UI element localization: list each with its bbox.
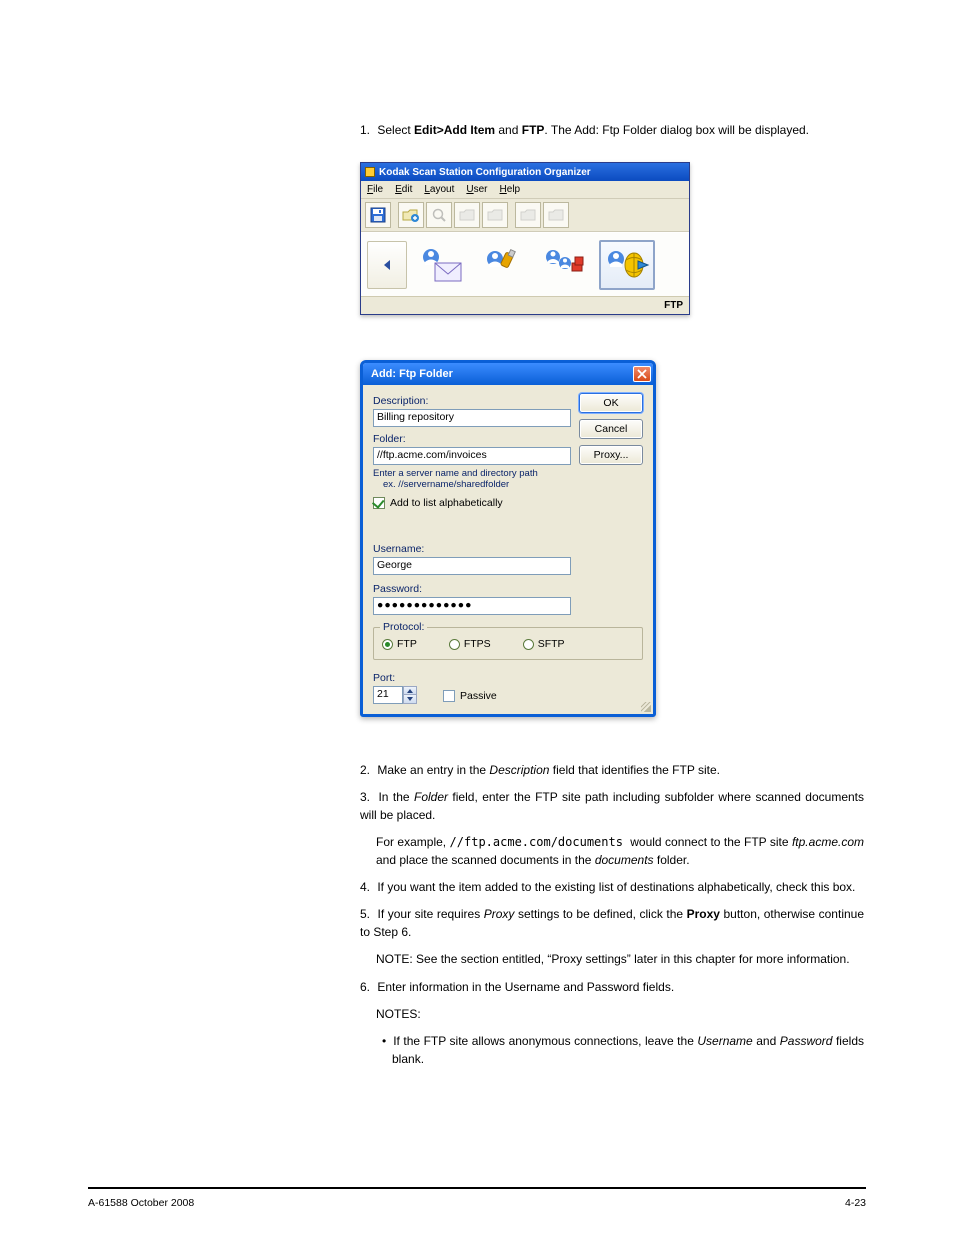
port-input[interactable]: 21 — [373, 686, 403, 704]
folder-icon — [520, 207, 536, 223]
password-label: Password: — [373, 583, 643, 595]
status-text: FTP — [664, 300, 683, 311]
radio-icon — [449, 639, 460, 650]
page-footer: A-61588 October 2008 4-23 — [88, 1197, 866, 1209]
dest-ftp[interactable] — [599, 240, 655, 290]
passive-row[interactable]: Passive — [443, 690, 497, 702]
close-icon — [637, 369, 647, 379]
chevron-down-icon — [407, 697, 413, 701]
proxy-button[interactable]: Proxy... — [579, 445, 643, 465]
protocol-label: Protocol: — [380, 621, 427, 633]
triangle-left-icon — [382, 258, 392, 272]
toolbar-folder4-button[interactable] — [543, 202, 569, 228]
add-alpha-label: Add to list alphabetically — [390, 497, 503, 509]
network-share-icon — [542, 245, 588, 285]
floppy-icon — [370, 207, 386, 223]
passive-label: Passive — [460, 690, 497, 702]
port-up-button[interactable] — [403, 686, 417, 695]
toolbar-search-button[interactable] — [426, 202, 452, 228]
menu-edit[interactable]: Edit — [395, 184, 412, 195]
protocol-group: Protocol: FTP FTPS SFTP — [373, 627, 643, 660]
ftp-icon — [604, 245, 650, 285]
usb-person-icon — [483, 245, 523, 285]
toolbar-save-button[interactable] — [365, 202, 391, 228]
dest-usb[interactable] — [475, 240, 531, 290]
scroll-left-button[interactable] — [367, 241, 407, 289]
port-spinner[interactable]: 21 — [373, 686, 417, 704]
folder-icon — [459, 207, 475, 223]
config-titlebar: Kodak Scan Station Configuration Organiz… — [361, 163, 689, 181]
radio-icon — [382, 639, 393, 650]
toolbar-folder2-button[interactable] — [482, 202, 508, 228]
toolbar-separator — [393, 202, 396, 228]
toolbar-folder1-button[interactable] — [454, 202, 480, 228]
ok-button[interactable]: OK — [579, 393, 643, 413]
protocol-ftp[interactable]: FTP — [382, 638, 417, 650]
destination-bar — [361, 232, 689, 296]
folder-icon — [548, 207, 564, 223]
instruction-text: 2. Make an entry in the Description fiel… — [360, 762, 864, 1078]
add-alpha-row[interactable]: Add to list alphabetically — [373, 497, 643, 509]
resize-grip-icon[interactable] — [641, 702, 651, 712]
menu-help[interactable]: Help — [500, 184, 521, 195]
dest-network[interactable] — [537, 240, 593, 290]
close-button[interactable] — [633, 366, 651, 382]
menu-user[interactable]: User — [466, 184, 487, 195]
folder-helper: Enter a server name and directory path e… — [373, 468, 643, 491]
config-toolbar — [361, 199, 689, 232]
description-input[interactable]: Billing repository — [373, 409, 571, 427]
config-menubar: File Edit Layout User Help — [361, 181, 689, 199]
port-down-button[interactable] — [403, 694, 417, 704]
chevron-up-icon — [407, 689, 413, 693]
port-label: Port: — [373, 672, 417, 684]
dialog-title: Add: Ftp Folder — [371, 368, 453, 380]
config-statusbar: FTP — [361, 296, 689, 314]
menu-file[interactable]: File — [367, 184, 383, 195]
protocol-sftp[interactable]: SFTP — [523, 638, 565, 650]
dest-email[interactable] — [413, 240, 469, 290]
step-1-text: 1. Select Edit>Add Item and FTP. The Add… — [360, 122, 864, 139]
toolbar-folder3-button[interactable] — [515, 202, 541, 228]
dialog-titlebar: Add: Ftp Folder — [363, 363, 653, 385]
config-title: Kodak Scan Station Configuration Organiz… — [379, 167, 591, 178]
add-folder-icon — [402, 207, 420, 223]
passive-checkbox[interactable] — [443, 690, 455, 702]
email-icon — [419, 245, 463, 285]
page-rule — [88, 1187, 866, 1189]
username-label: Username: — [373, 543, 643, 555]
password-input[interactable]: ●●●●●●●●●●●●● — [373, 597, 571, 615]
username-input[interactable]: George — [373, 557, 571, 575]
toolbar-separator — [510, 202, 513, 228]
folder-input[interactable]: //ftp.acme.com/invoices — [373, 447, 571, 465]
search-icon — [431, 207, 447, 223]
config-organizer-window: Kodak Scan Station Configuration Organiz… — [360, 162, 690, 315]
radio-icon — [523, 639, 534, 650]
toolbar-add-item-button[interactable] — [398, 202, 424, 228]
footer-left: A-61588 October 2008 — [88, 1197, 194, 1209]
cancel-button[interactable]: Cancel — [579, 419, 643, 439]
footer-right: 4-23 — [845, 1197, 866, 1209]
menu-layout[interactable]: Layout — [424, 184, 454, 195]
add-ftp-folder-dialog: Add: Ftp Folder OK Cancel Proxy... Descr… — [360, 360, 656, 717]
folder-icon — [487, 207, 503, 223]
app-icon — [365, 167, 375, 177]
add-alpha-checkbox[interactable] — [373, 497, 385, 509]
protocol-ftps[interactable]: FTPS — [449, 638, 491, 650]
